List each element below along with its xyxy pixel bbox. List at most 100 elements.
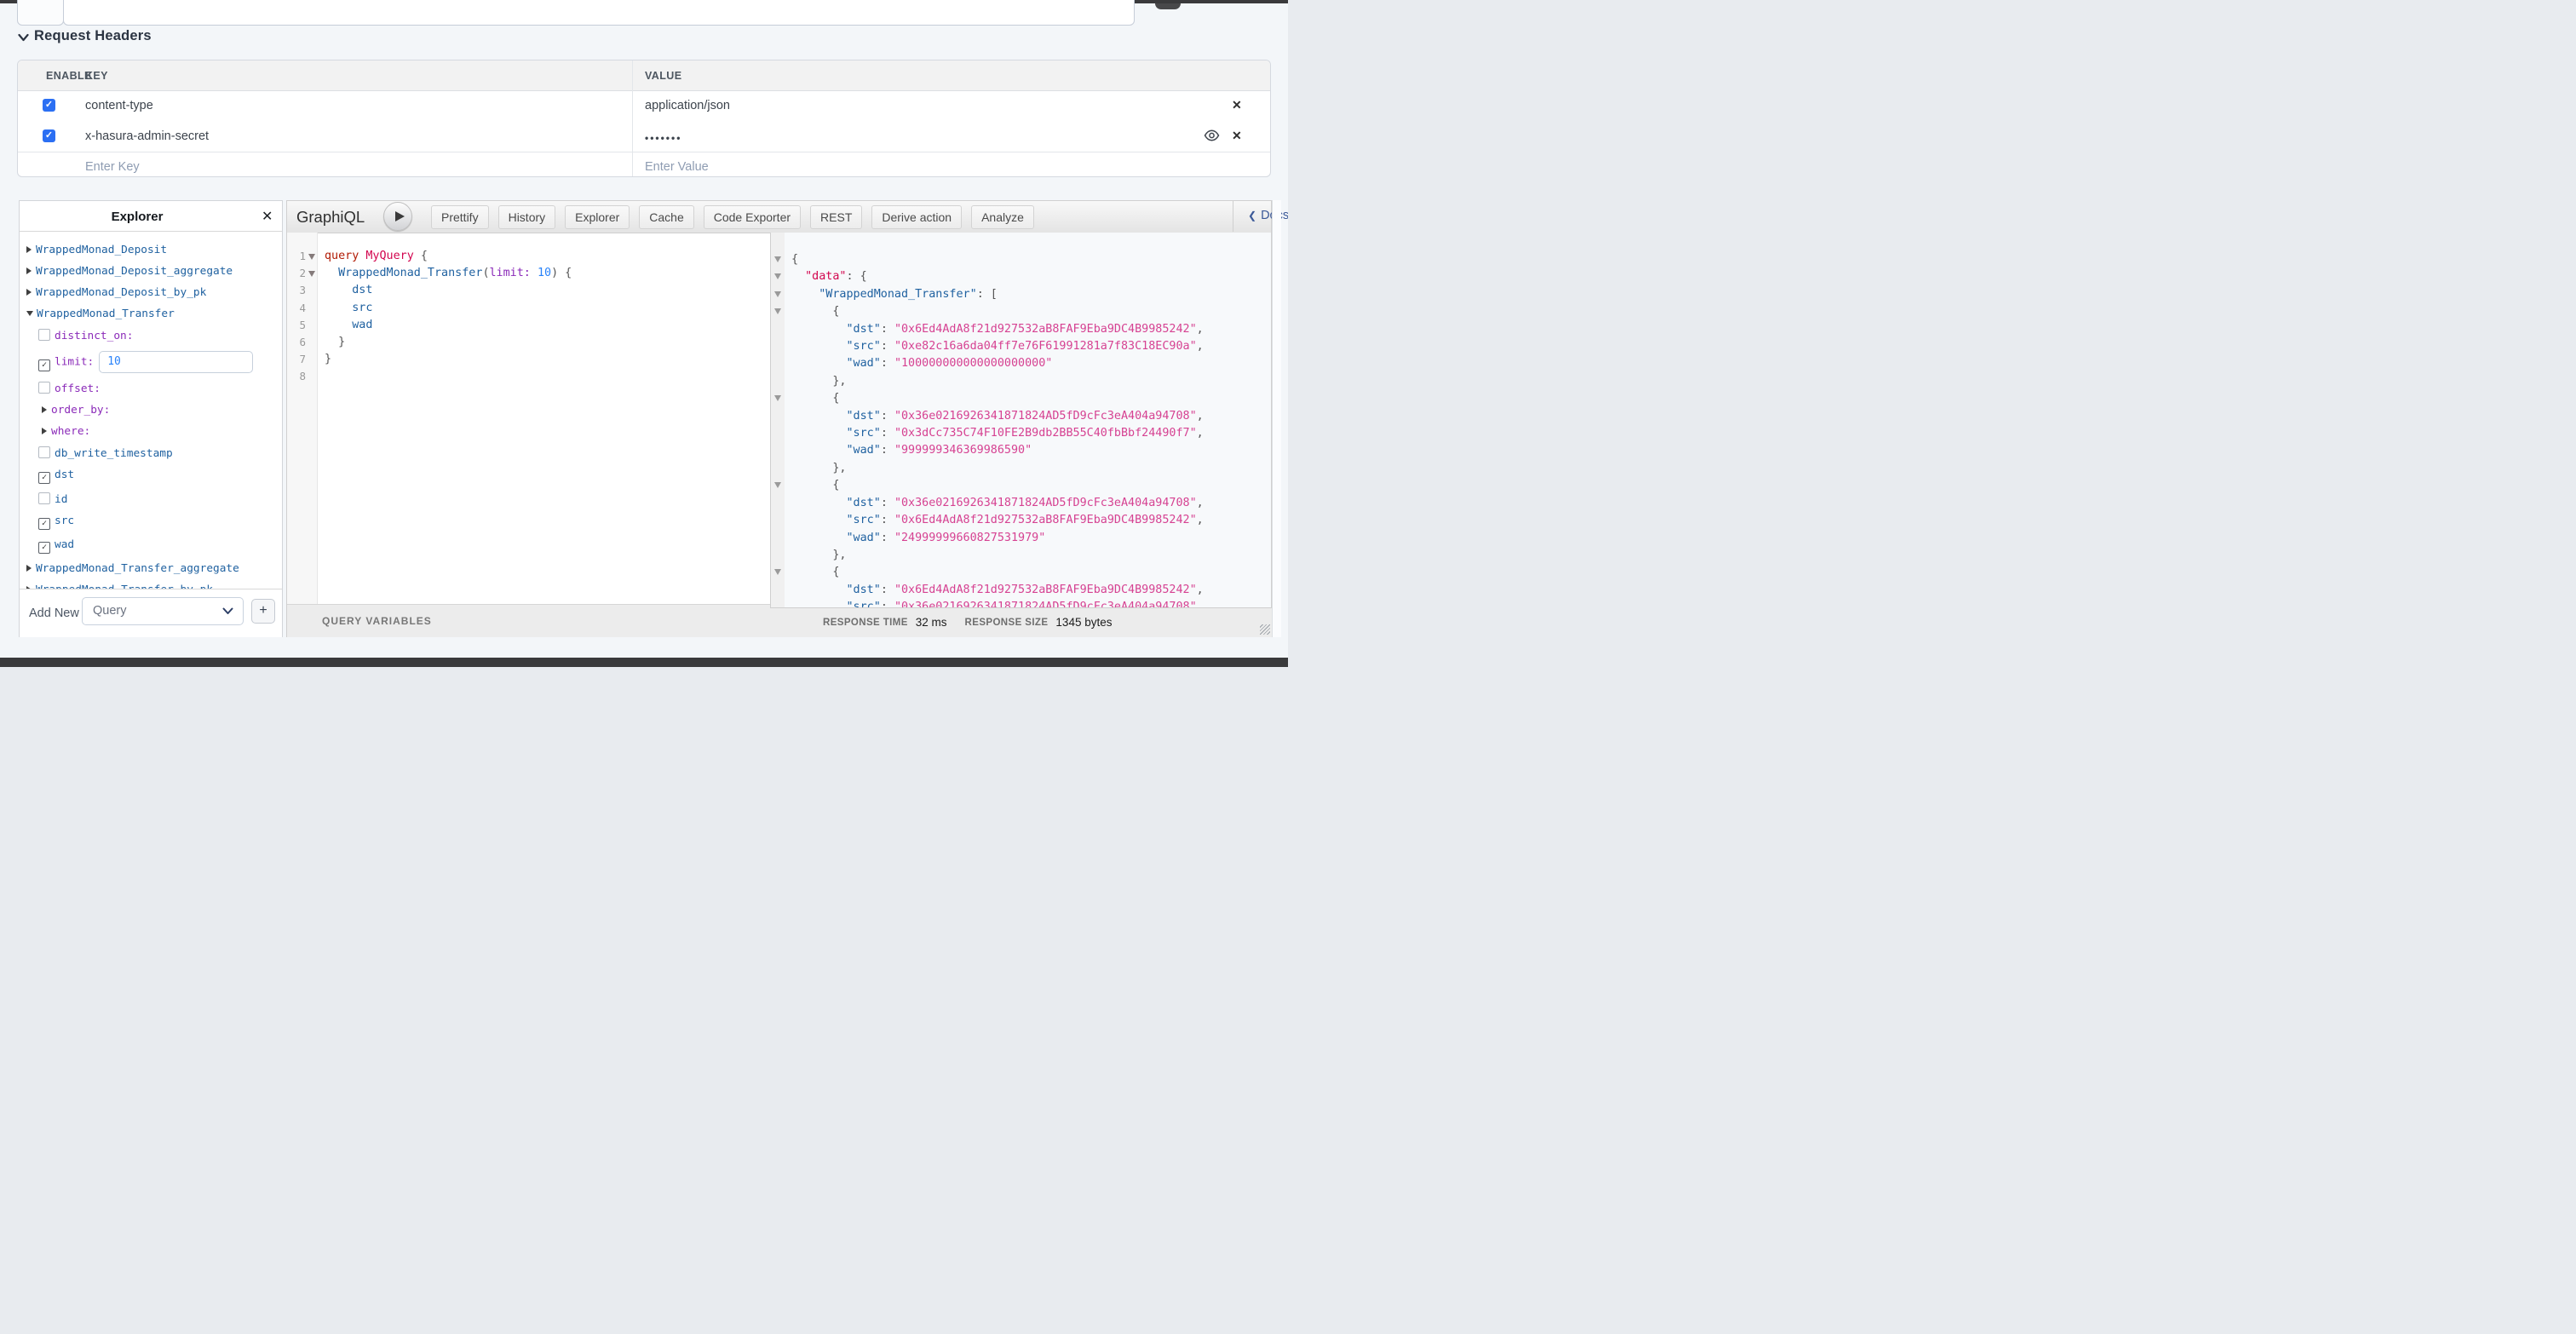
response-fold-gutter xyxy=(770,233,785,607)
code-token-pl xyxy=(791,514,847,526)
tree-item-src[interactable]: ✓ src xyxy=(20,510,282,534)
checked-checkbox[interactable]: ✓ xyxy=(38,359,50,371)
resize-grip[interactable] xyxy=(1260,624,1270,635)
header-value-field[interactable]: application/json xyxy=(645,99,730,112)
response-scrollbar-track[interactable] xyxy=(1272,200,1281,637)
tree-item-WrappedMonad_Deposit_by_pk[interactable]: WrappedMonad_Deposit_by_pk xyxy=(20,282,282,303)
fold-arrow-icon[interactable] xyxy=(774,395,781,401)
code-token-prop: dst xyxy=(352,284,372,296)
code-exporter-button[interactable]: Code Exporter xyxy=(704,205,801,229)
unchecked-checkbox[interactable] xyxy=(38,329,50,341)
tree-label: WrappedMonad_Deposit_by_pk xyxy=(36,286,206,299)
operation-type-select[interactable]: Query xyxy=(82,597,244,625)
prettify-button[interactable]: Prettify xyxy=(431,205,489,229)
code-token-str: "999999346369986590" xyxy=(894,444,1032,457)
enable-checkbox[interactable]: ✓ xyxy=(43,129,55,142)
response-panel: { "data": { "WrappedMonad_Transfer": [ {… xyxy=(785,233,1271,607)
eye-icon[interactable] xyxy=(1204,129,1220,146)
code-token-prop: "dst" xyxy=(847,497,881,509)
endpoint-method-box[interactable] xyxy=(17,0,64,26)
derive-action-button[interactable]: Derive action xyxy=(871,205,962,229)
expand-arrow-icon[interactable] xyxy=(26,246,32,253)
fold-arrow-icon[interactable] xyxy=(774,569,781,575)
code-token-prop: "src" xyxy=(847,601,881,607)
history-button[interactable]: History xyxy=(498,205,556,229)
analyze-button[interactable]: Analyze xyxy=(971,205,1034,229)
tree-item-offset[interactable]: offset: xyxy=(20,377,282,400)
editor-line-gutter: 12345678 xyxy=(287,233,318,607)
unchecked-checkbox[interactable] xyxy=(38,492,50,504)
expand-arrow-icon[interactable] xyxy=(26,267,32,274)
endpoint-input[interactable] xyxy=(63,0,1135,26)
response-footer: RESPONSE TIME 32 ms RESPONSE SIZE 1345 b… xyxy=(770,607,1273,637)
tree-item-dst[interactable]: ✓dst xyxy=(20,464,282,488)
checked-checkbox[interactable]: ✓ xyxy=(38,518,50,530)
line-number: 5 xyxy=(299,319,306,331)
fold-arrow-icon[interactable] xyxy=(308,271,315,277)
tree-label: WrappedMonad_Transfer xyxy=(37,308,175,320)
new-value-input[interactable]: Enter Value xyxy=(645,160,709,174)
chevron-down-icon[interactable] xyxy=(18,31,29,46)
new-key-input[interactable]: Enter Key xyxy=(85,160,140,174)
expand-arrow-icon[interactable] xyxy=(42,428,47,434)
tree-item-where[interactable]: where: xyxy=(20,421,282,442)
code-token-pun: } xyxy=(325,353,331,365)
tree-item-WrappedMonad_Transfer_aggregate[interactable]: WrappedMonad_Transfer_aggregate xyxy=(20,558,282,579)
fold-arrow-icon[interactable] xyxy=(774,273,781,279)
tree-label: src xyxy=(55,515,74,527)
unchecked-checkbox[interactable] xyxy=(38,446,50,458)
query-variables-label: QUERY VARIABLES xyxy=(322,615,432,627)
code-token-str: "0x36e0216926341871824AD5fD9cFc3eA404a94… xyxy=(894,497,1197,509)
fold-arrow-icon[interactable] xyxy=(774,256,781,262)
expand-arrow-icon[interactable] xyxy=(26,289,32,296)
header-value-field[interactable]: ••••••• xyxy=(645,132,681,144)
code-token-pun: , xyxy=(1197,427,1204,440)
code-token-pl xyxy=(791,601,847,607)
explorer-button[interactable]: Explorer xyxy=(565,205,630,229)
docs-link[interactable]: ❮Docs xyxy=(1248,209,1288,222)
checked-checkbox[interactable]: ✓ xyxy=(38,472,50,484)
tree-item-id[interactable]: id xyxy=(20,488,282,510)
execute-query-button[interactable] xyxy=(383,202,412,231)
close-icon[interactable]: ✕ xyxy=(262,208,273,225)
enable-checkbox[interactable]: ✓ xyxy=(43,99,55,112)
remove-header-icon[interactable]: ✕ xyxy=(1232,129,1242,143)
query-editor[interactable]: query MyQuery { WrappedMonad_Transfer(li… xyxy=(325,233,768,623)
code-token-str: "0x3dCc735C74F10FE2B9db2BB55C40fbBbf2449… xyxy=(894,427,1197,440)
code-token-pun: : xyxy=(881,532,894,544)
header-key-field[interactable]: x-hasura-admin-secret xyxy=(85,129,209,143)
add-operation-button[interactable]: + xyxy=(251,599,275,624)
fold-arrow-icon[interactable] xyxy=(308,254,315,260)
tree-item-order_by[interactable]: order_by: xyxy=(20,400,282,421)
tree-item-WrappedMonad_Deposit_aggregate[interactable]: WrappedMonad_Deposit_aggregate xyxy=(20,261,282,282)
code-token-pl xyxy=(791,270,805,283)
checked-checkbox[interactable]: ✓ xyxy=(38,542,50,554)
fold-arrow-icon[interactable] xyxy=(774,291,781,297)
tree-item-distinct_on[interactable]: distinct_on: xyxy=(20,325,282,347)
tree-item-WrappedMonad_Deposit[interactable]: WrappedMonad_Deposit xyxy=(20,239,282,261)
code-token-pl xyxy=(791,497,847,509)
tree-item-WrappedMonad_Transfer[interactable]: WrappedMonad_Transfer xyxy=(20,303,282,325)
header-key-field[interactable]: content-type xyxy=(85,99,153,112)
rest-button[interactable]: REST xyxy=(810,205,862,229)
fold-arrow-icon[interactable] xyxy=(774,482,781,488)
cache-button[interactable]: Cache xyxy=(639,205,693,229)
unchecked-checkbox[interactable] xyxy=(38,382,50,394)
query-variables-bar[interactable]: QUERY VARIABLES xyxy=(287,604,770,637)
limit-value-input[interactable]: 10 xyxy=(99,351,253,373)
code-token-pun: , xyxy=(1197,340,1204,353)
request-headers-title[interactable]: Request Headers xyxy=(34,28,152,44)
remove-header-icon[interactable]: ✕ xyxy=(1232,98,1242,112)
code-token-pun: { xyxy=(832,305,839,318)
collapse-arrow-icon[interactable] xyxy=(26,311,33,316)
expand-arrow-icon[interactable] xyxy=(42,406,47,413)
response-time-label: RESPONSE TIME xyxy=(823,618,908,628)
tree-item-db_write_timestamp[interactable]: db_write_timestamp xyxy=(20,442,282,464)
tree-item-limit[interactable]: ✓limit:10 xyxy=(20,347,282,377)
expand-arrow-icon[interactable] xyxy=(26,565,32,572)
graphiql-panel: GraphiQL PrettifyHistoryExplorerCacheCod… xyxy=(286,200,1272,637)
code-token-pl xyxy=(791,462,832,474)
tree-item-wad[interactable]: ✓wad xyxy=(20,534,282,558)
fold-arrow-icon[interactable] xyxy=(774,308,781,314)
code-token-pl xyxy=(791,305,832,318)
